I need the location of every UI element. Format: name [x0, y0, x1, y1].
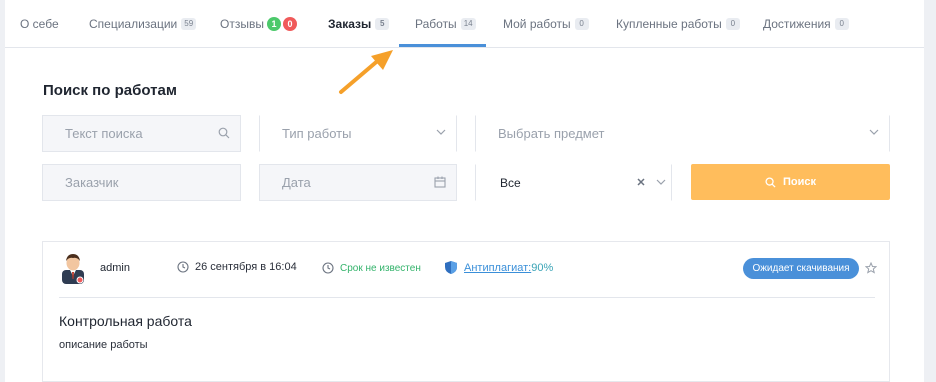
tab-reviews-label: Отзывы: [220, 17, 264, 31]
annotation-arrow-icon: [339, 50, 393, 94]
clock-icon: [177, 261, 189, 273]
star-icon[interactable]: [865, 262, 877, 274]
card-divider: [59, 297, 875, 298]
tab-my-works-label: Мой работы: [503, 17, 571, 31]
chevron-down-icon: [656, 179, 666, 185]
tab-works-badge: 14: [460, 18, 476, 30]
search-text-input[interactable]: Текст поиска: [42, 115, 241, 152]
tab-specializations[interactable]: Специализации 59: [89, 0, 197, 48]
tab-purchased-works-label: Купленные работы: [616, 17, 722, 31]
customer-placeholder: Заказчик: [65, 175, 119, 190]
reviews-positive-badge: 1: [266, 17, 281, 31]
clear-icon[interactable]: [637, 178, 645, 186]
tab-specializations-badge: 59: [181, 18, 197, 30]
publish-date-text: 26 сентября в 16:04: [195, 261, 297, 273]
tab-my-works[interactable]: Мой работы 0: [503, 0, 589, 48]
deadline-text: Срок не известен: [340, 262, 421, 274]
work-description: описание работы: [59, 339, 148, 351]
search-text-placeholder: Текст поиска: [65, 126, 143, 141]
reviews-negative-badge: 0: [282, 17, 297, 31]
active-tab-indicator: [399, 44, 486, 47]
search-icon: [765, 176, 776, 188]
profile-page: О себе Специализации 59 Отзывы 1 0 Заказ…: [5, 0, 924, 382]
work-card: admin 26 сентября в 16:04 Срок не извест…: [42, 241, 890, 382]
tab-about[interactable]: О себе: [20, 0, 59, 48]
plagiarism-value: 90%: [531, 261, 554, 274]
tab-orders-label: Заказы: [328, 17, 372, 31]
tab-purchased-works-badge: 0: [725, 18, 740, 30]
plagiarism-check: Антиплагиат: 90%: [444, 260, 553, 275]
tab-about-label: О себе: [20, 17, 59, 31]
date-placeholder: Дата: [282, 175, 311, 190]
date-input[interactable]: Дата: [259, 164, 457, 201]
work-type-select[interactable]: Тип работы: [259, 115, 457, 152]
work-title[interactable]: Контрольная работа: [59, 313, 192, 329]
search-title: Поиск по работам: [43, 82, 177, 99]
chevron-down-icon: [869, 129, 879, 135]
tab-orders-badge: 5: [375, 18, 390, 30]
tab-specializations-label: Специализации: [89, 17, 178, 31]
filter-value: Все: [500, 175, 521, 190]
filter-select[interactable]: Все: [475, 164, 672, 201]
shield-icon: [445, 261, 457, 274]
tab-works[interactable]: Работы 14: [415, 0, 476, 48]
avatar[interactable]: [59, 252, 87, 284]
tab-bar: О себе Специализации 59 Отзывы 1 0 Заказ…: [5, 0, 924, 48]
subject-placeholder: Выбрать предмет: [498, 126, 605, 141]
tab-achievements-badge: 0: [834, 18, 849, 30]
tab-purchased-works[interactable]: Купленные работы 0: [616, 0, 740, 48]
work-type-placeholder: Тип работы: [282, 126, 352, 141]
tab-achievements-label: Достижения: [763, 17, 831, 31]
clock-icon: [322, 262, 334, 274]
tab-works-label: Работы: [415, 17, 457, 31]
plagiarism-link[interactable]: Антиплагиат:: [464, 262, 531, 274]
author-name[interactable]: admin: [100, 262, 130, 274]
deadline: Срок не известен: [322, 262, 421, 274]
status-button[interactable]: Ожидает скачивания: [743, 258, 859, 279]
search-icon: [218, 127, 230, 139]
customer-input[interactable]: Заказчик: [42, 164, 241, 201]
chevron-down-icon: [436, 129, 446, 135]
tab-orders[interactable]: Заказы 5: [328, 0, 390, 48]
tab-my-works-badge: 0: [574, 18, 589, 30]
tab-achievements[interactable]: Достижения 0: [763, 0, 849, 48]
search-button-label: Поиск: [782, 176, 816, 188]
search-button[interactable]: Поиск: [691, 164, 890, 200]
subject-select[interactable]: Выбрать предмет: [475, 115, 890, 152]
publish-date: 26 сентября в 16:04: [177, 261, 297, 273]
calendar-icon: [434, 176, 446, 188]
tab-reviews[interactable]: Отзывы 1 0: [220, 0, 297, 48]
